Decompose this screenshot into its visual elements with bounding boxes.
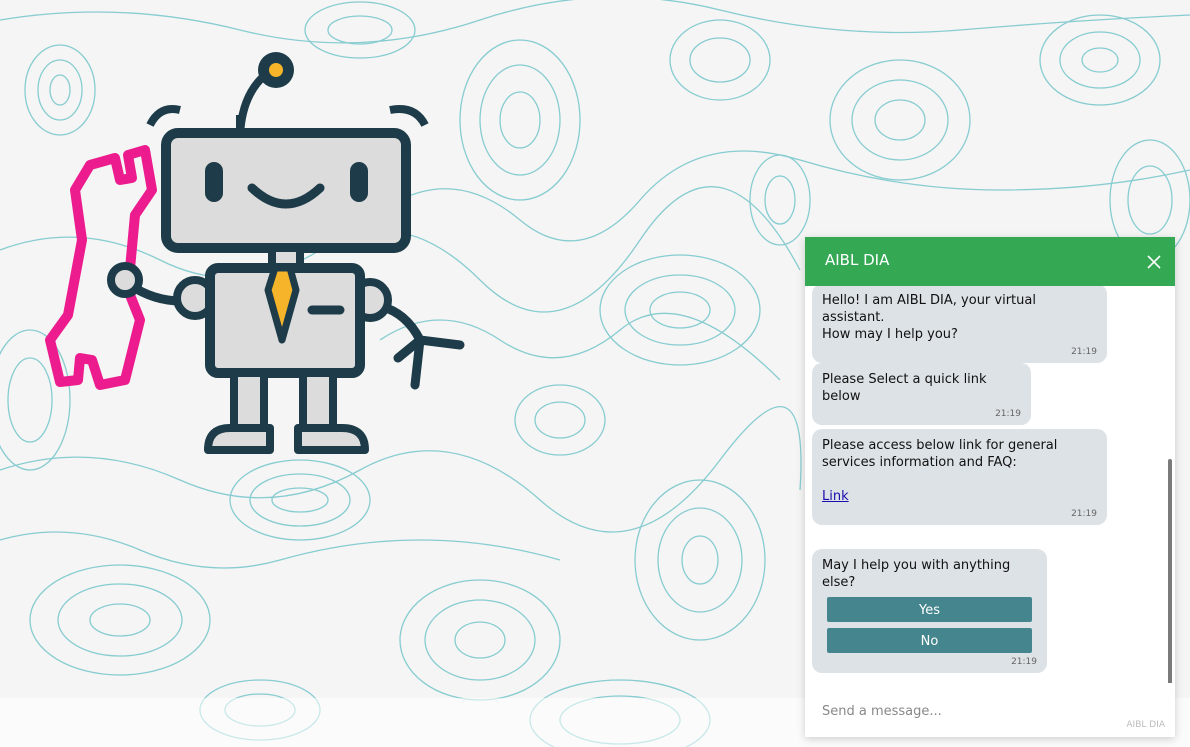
message-text: Hello! I am AIBL DIA, your virtual assis… — [822, 293, 1036, 342]
bot-message: May I help you with anything else? Yes N… — [812, 549, 1047, 673]
quick-reply-yes[interactable]: Yes — [827, 597, 1032, 622]
faq-link[interactable]: Link — [822, 489, 849, 504]
message-text: Please access below link for general ser… — [822, 438, 1058, 470]
scrollbar[interactable] — [1168, 459, 1172, 683]
quick-reply-no[interactable]: No — [827, 628, 1032, 653]
chat-title: AIBL DIA — [825, 251, 890, 269]
close-icon[interactable] — [1145, 253, 1163, 271]
message-list[interactable]: Hello! I am AIBL DIA, your virtual assis… — [805, 286, 1175, 683]
message-text: Please Select a quick link below — [822, 372, 987, 404]
message-time: 21:19 — [1071, 509, 1097, 519]
message-text: May I help you with anything else? — [822, 558, 1011, 590]
bot-message: Please Select a quick link below 21:19 — [812, 363, 1031, 425]
message-time: 21:19 — [1011, 657, 1037, 667]
chat-widget: AIBL DIA Hello! I am AIBL DIA, your virt… — [805, 237, 1175, 737]
robot-illustration — [45, 52, 465, 454]
message-input[interactable] — [820, 700, 1124, 722]
message-time: 21:19 — [1071, 347, 1097, 357]
brand-label: AIBL DIA — [1126, 720, 1165, 730]
chat-header: AIBL DIA — [805, 237, 1175, 286]
bot-message: Hello! I am AIBL DIA, your virtual assis… — [812, 286, 1107, 363]
message-time: 21:19 — [995, 409, 1021, 419]
bot-message: Please access below link for general ser… — [812, 429, 1107, 525]
